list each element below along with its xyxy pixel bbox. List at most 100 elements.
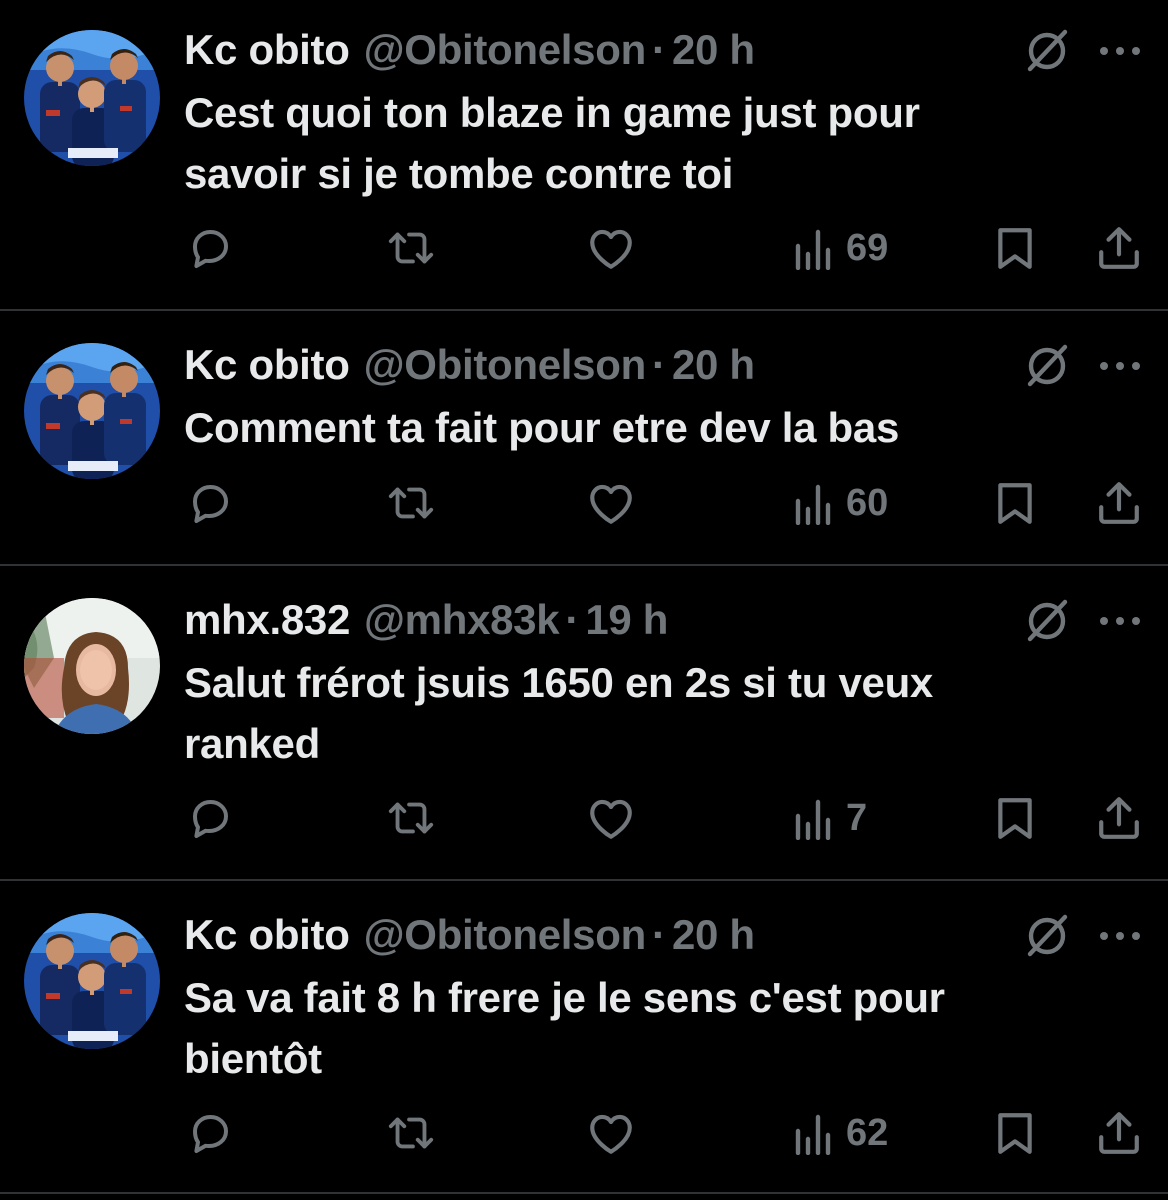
views-icon: [794, 796, 834, 840]
separator-dot: ·: [565, 596, 580, 643]
retweet-button[interactable]: [386, 475, 436, 531]
retweet-button[interactable]: [386, 1105, 436, 1161]
tweet-text: Cest quoi ton blaze in game just pour sav…: [184, 82, 1124, 204]
share-icon: [1096, 1110, 1142, 1156]
views-button[interactable]: 62: [794, 1105, 888, 1161]
views-icon: [794, 1111, 834, 1155]
separator-dot: ·: [651, 911, 666, 958]
like-icon: [586, 224, 636, 272]
like-button[interactable]: [586, 220, 636, 276]
more-options-icon[interactable]: [1098, 356, 1142, 376]
reply-button[interactable]: [186, 790, 234, 846]
tweet-divider: [0, 564, 1168, 566]
share-icon: [1096, 795, 1142, 841]
grok-icon[interactable]: [1022, 910, 1072, 960]
views-icon: [794, 226, 834, 270]
like-button[interactable]: [586, 475, 636, 531]
user-handle[interactable]: @Obitonelson: [364, 910, 647, 960]
tweet-divider: [0, 879, 1168, 881]
retweet-button[interactable]: [386, 220, 436, 276]
bookmark-icon: [994, 795, 1036, 841]
tweet-text-line: Salut frérot jsuis 1650 en 2s si tu veux: [184, 659, 933, 706]
views-count: 62: [846, 1112, 889, 1154]
tweet-actions: 7: [0, 790, 1168, 846]
share-button[interactable]: [1096, 220, 1142, 276]
retweet-icon: [386, 479, 436, 527]
reply-icon: [186, 1109, 234, 1157]
share-icon: [1096, 225, 1142, 271]
views-button[interactable]: 69: [794, 220, 888, 276]
timestamp[interactable]: 20 h: [672, 25, 755, 75]
user-handle[interactable]: @Obitonelson: [364, 340, 647, 390]
timestamp[interactable]: 20 h: [672, 910, 755, 960]
tweet-actions: 60: [0, 475, 1168, 531]
tweet-actions: 62: [0, 1105, 1168, 1161]
tweet-text: Salut frérot jsuis 1650 en 2s si tu veux…: [184, 652, 1124, 774]
reply-icon: [186, 479, 234, 527]
views-count: 60: [846, 482, 889, 524]
timeline-feed: Kc obito @Obitonelson · 20 h Cest quoi ton b…: [0, 0, 1168, 1200]
reply-button[interactable]: [186, 475, 234, 531]
more-options-icon[interactable]: [1098, 611, 1142, 631]
tweet-header: Kc obito @Obitonelson · 20 h: [184, 25, 755, 75]
tweet-header: Kc obito @Obitonelson · 20 h: [184, 340, 755, 390]
retweet-button[interactable]: [386, 790, 436, 846]
share-icon: [1096, 480, 1142, 526]
like-icon: [586, 1109, 636, 1157]
display-name[interactable]: Kc obito: [184, 910, 350, 960]
views-count: 69: [846, 227, 889, 269]
views-button[interactable]: 7: [794, 790, 867, 846]
retweet-icon: [386, 224, 436, 272]
bookmark-icon: [994, 480, 1036, 526]
tweet-text-line: bientôt: [184, 1035, 322, 1082]
user-handle[interactable]: @mhx83k: [364, 595, 560, 645]
avatar[interactable]: [24, 598, 160, 734]
display-name[interactable]: mhx.832: [184, 595, 350, 645]
like-icon: [586, 794, 636, 842]
timestamp[interactable]: 20 h: [672, 340, 755, 390]
user-handle[interactable]: @Obitonelson: [364, 25, 647, 75]
separator-dot: ·: [651, 341, 666, 388]
tweet-text-line: Comment ta fait pour etre dev la bas: [184, 404, 900, 451]
bookmark-button[interactable]: [994, 790, 1036, 846]
timestamp[interactable]: 19 h: [585, 595, 668, 645]
tweet-header: Kc obito @Obitonelson · 20 h: [184, 910, 755, 960]
share-button[interactable]: [1096, 790, 1142, 846]
more-options-icon[interactable]: [1098, 41, 1142, 61]
like-button[interactable]: [586, 1105, 636, 1161]
reply-button[interactable]: [186, 1105, 234, 1161]
avatar[interactable]: [24, 30, 160, 166]
more-options-icon[interactable]: [1098, 926, 1142, 946]
avatar[interactable]: [24, 343, 160, 479]
retweet-icon: [386, 1109, 436, 1157]
reply-icon: [186, 224, 234, 272]
bookmark-button[interactable]: [994, 1105, 1036, 1161]
retweet-icon: [386, 794, 436, 842]
share-button[interactable]: [1096, 1105, 1142, 1161]
reply-button[interactable]: [186, 220, 234, 276]
reply-icon: [186, 794, 234, 842]
tweet-text-line: Cest quoi ton blaze in game just pour: [184, 89, 920, 136]
bookmark-button[interactable]: [994, 475, 1036, 531]
avatar[interactable]: [24, 913, 160, 1049]
grok-icon[interactable]: [1022, 340, 1072, 390]
bookmark-icon: [994, 1110, 1036, 1156]
share-button[interactable]: [1096, 475, 1142, 531]
bookmark-icon: [994, 225, 1036, 271]
tweet-header: mhx.832 @mhx83k · 19 h: [184, 595, 668, 645]
bookmark-button[interactable]: [994, 220, 1036, 276]
like-icon: [586, 479, 636, 527]
grok-icon[interactable]: [1022, 25, 1072, 75]
tweet-divider: [0, 1192, 1168, 1194]
like-button[interactable]: [586, 790, 636, 846]
grok-icon[interactable]: [1022, 595, 1072, 645]
tweet-divider: [0, 309, 1168, 311]
views-count: 7: [846, 797, 868, 839]
display-name[interactable]: Kc obito: [184, 25, 350, 75]
tweet-actions: 69: [0, 220, 1168, 276]
tweet-text: Sa va fait 8 h frere je le sens c'est po…: [184, 967, 1124, 1089]
views-button[interactable]: 60: [794, 475, 888, 531]
views-icon: [794, 481, 834, 525]
display-name[interactable]: Kc obito: [184, 340, 350, 390]
tweet-text-line: Sa va fait 8 h frere je le sens c'est po…: [184, 974, 945, 1021]
